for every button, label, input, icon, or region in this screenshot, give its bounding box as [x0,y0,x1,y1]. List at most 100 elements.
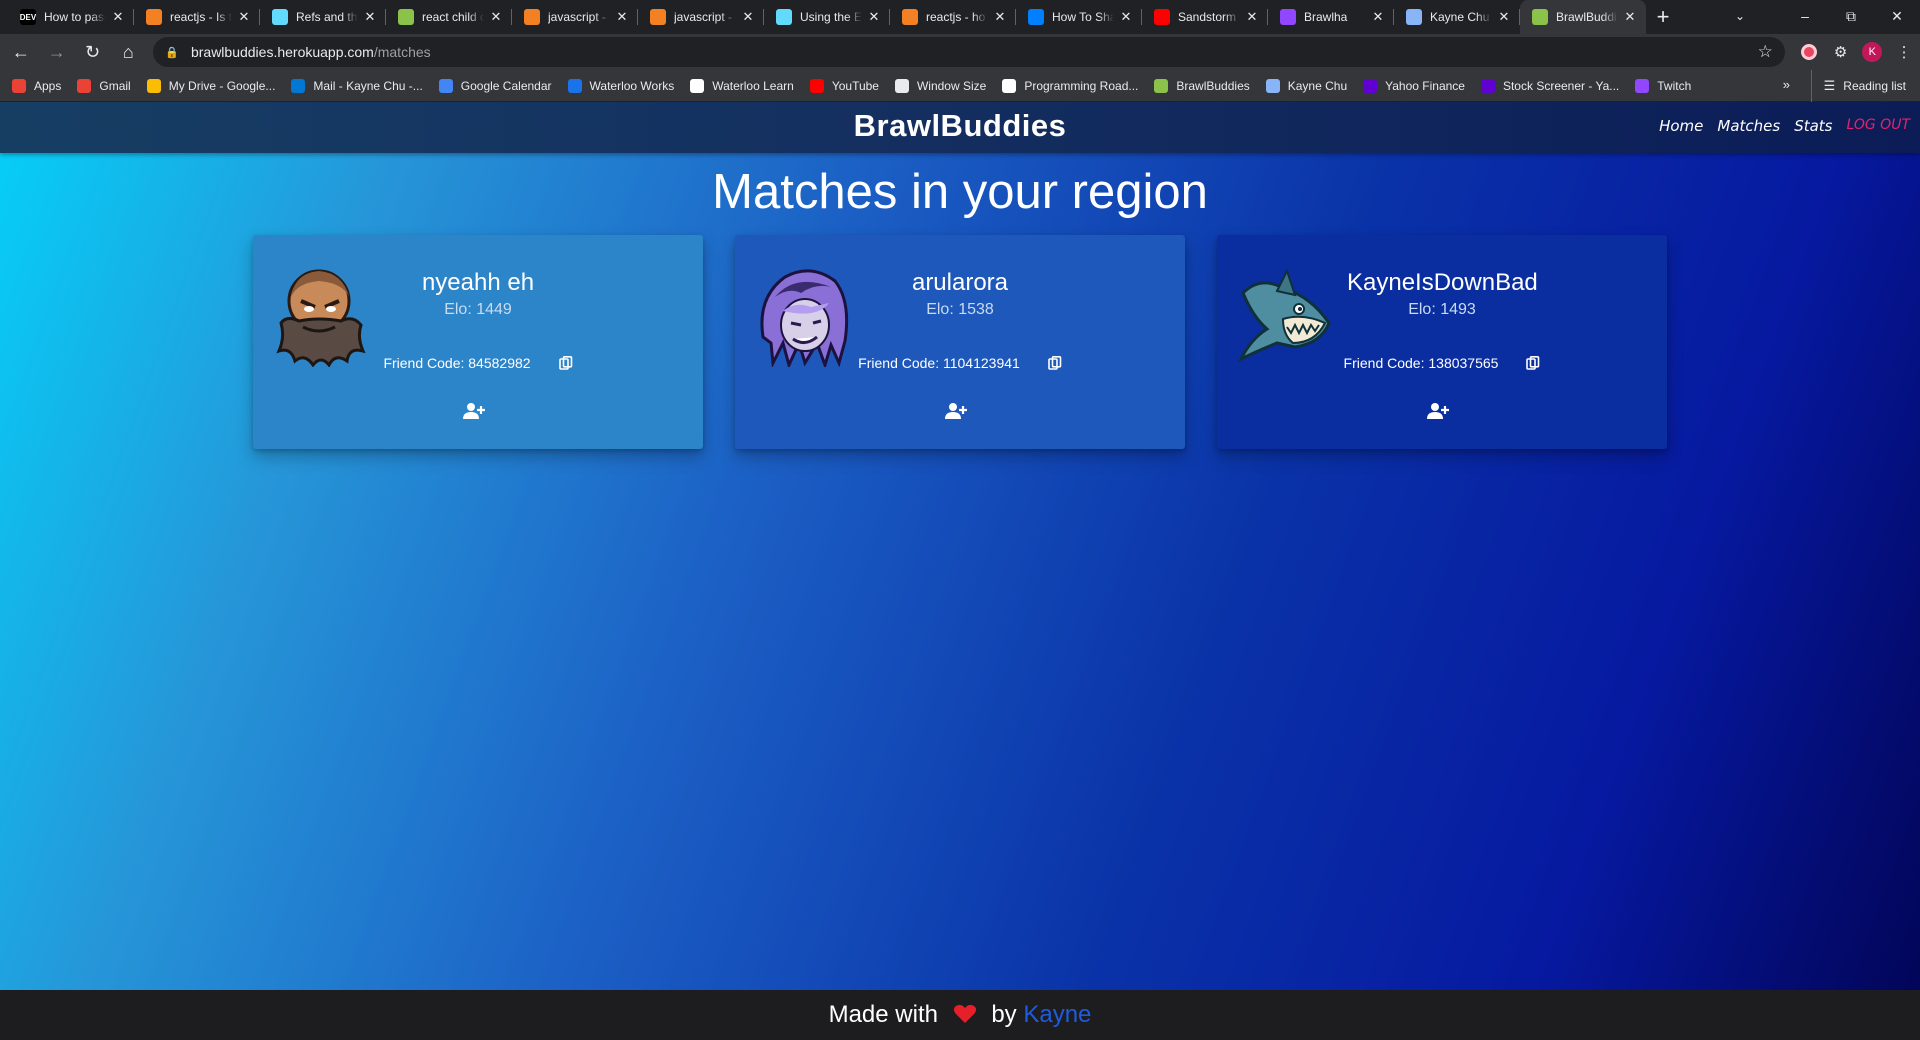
tab-close-icon[interactable]: ✕ [1496,9,1512,25]
match-card: arularora Elo: 1538 Friend Code: 1104123… [735,235,1185,449]
browser-tab[interactable]: DEV How to pass ✕ [8,0,134,34]
profile-avatar[interactable]: K [1856,37,1888,67]
stackoverflow-icon [524,9,540,25]
reload-icon[interactable]: ↻ [78,37,108,67]
twitch-icon [1635,78,1650,93]
reading-list-button[interactable]: ☰ Reading list [1810,70,1906,102]
extensions-puzzle-icon[interactable]: ⚙ [1825,37,1857,67]
tab-search-chevron-icon[interactable]: ⌄ [1720,0,1760,32]
github-icon [1002,78,1017,93]
tab-close-icon[interactable]: ✕ [866,9,882,25]
tab-close-icon[interactable]: ✕ [1370,9,1386,25]
bookmarks-overflow-chevron-icon[interactable]: » [1783,77,1790,92]
extension-record-icon[interactable] [1793,37,1825,67]
learn-icon [690,78,705,93]
add-friend-icon[interactable] [463,402,485,420]
browser-tab[interactable]: Brawlha ✕ [1268,0,1394,34]
tab-close-icon[interactable]: ✕ [110,9,126,25]
bookmark-item[interactable]: My Drive - Google... [146,78,276,93]
friend-code-text: Friend Code: 84582982 [383,355,531,371]
browser-tab[interactable]: reactjs - ho ✕ [890,0,1016,34]
tab-close-icon[interactable]: ✕ [1622,9,1638,25]
address-bar[interactable]: 🔒 brawlbuddies.herokuapp.com/matches ☆ [153,37,1785,67]
nav-matches-link[interactable]: Matches [1717,117,1780,135]
bookmark-label: My Drive - Google... [168,78,276,93]
bookmark-item[interactable]: Mail - Kayne Chu -... [291,78,423,93]
kebab-menu-icon[interactable]: ⋮ [1888,37,1920,67]
minimize-icon[interactable]: – [1782,0,1828,32]
bookmark-item[interactable]: Twitch [1635,78,1691,93]
add-friend-icon[interactable] [1427,402,1449,420]
tab-close-icon[interactable]: ✕ [740,9,756,25]
site-brand[interactable]: BrawlBuddies [0,108,1920,144]
copy-icon[interactable] [1048,356,1062,370]
tab-close-icon[interactable]: ✕ [992,9,1008,25]
page-viewport: BrawlBuddies Home Matches Stats LOG OUT … [0,102,1920,1040]
logout-link[interactable]: LOG OUT [1846,117,1910,135]
bookmark-item[interactable]: YouTube [809,78,879,93]
home-icon[interactable]: ⌂ [113,37,143,67]
browser-tab[interactable]: Sandstorm ✕ [1142,0,1268,34]
dev-icon: DEV [20,9,36,25]
new-tab-button[interactable]: + [1646,0,1680,34]
bookmark-item[interactable]: Apps [12,78,61,93]
copy-icon[interactable] [558,356,573,370]
brawl-icon [1154,78,1169,93]
bookmark-item[interactable]: Programming Road... [1002,78,1138,93]
tab-title: How To Sha [1052,10,1114,24]
browser-tabstrip: DEV How to pass ✕ reactjs - Is t ✕ Refs and t… [0,0,1920,34]
add-friend-icon[interactable] [945,402,967,420]
youtube-icon [809,78,824,93]
browser-tab[interactable]: How To Sha ✕ [1016,0,1142,34]
waterloo-works-icon [567,78,582,93]
bookmark-item[interactable]: Waterloo Works [567,78,675,93]
tab-close-icon[interactable]: ✕ [1244,9,1260,25]
browser-tab[interactable]: BrawlBuddi ✕ [1520,0,1646,34]
forward-arrow-icon[interactable]: → [42,37,72,67]
calendar-icon [438,78,453,93]
bookmark-item[interactable]: Gmail [77,78,131,93]
bookmark-item[interactable]: Google Calendar [438,78,552,93]
nav-stats-link[interactable]: Stats [1794,117,1832,135]
browser-tab[interactable]: javascript - ✕ [512,0,638,34]
tab-close-icon[interactable]: ✕ [362,9,378,25]
tab-close-icon[interactable]: ✕ [488,9,504,25]
close-window-icon[interactable]: ✕ [1874,0,1920,32]
friend-code-row: Friend Code: 1104123941 [735,355,1185,371]
yahoo-icon [1363,78,1378,93]
purple-hair-avatar [760,269,849,367]
browser-toolbar: ← → ↻ ⌂ 🔒 brawlbuddies.herokuapp.com/mat… [0,34,1920,70]
browser-tab[interactable]: Using the E ✕ [764,0,890,34]
browser-tab[interactable]: javascript - ✕ [638,0,764,34]
back-arrow-icon[interactable]: ← [6,37,36,67]
bookmark-item[interactable]: Kayne Chu [1265,78,1347,93]
shark-avatar [1237,268,1331,363]
bookmark-item[interactable]: Waterloo Learn [690,78,794,93]
friend-code-row: Friend Code: 84582982 [253,355,703,371]
browser-tab[interactable]: Kayne Chu ✕ [1394,0,1520,34]
bookmark-item[interactable]: Window Size [894,78,986,93]
tab-close-icon[interactable]: ✕ [1118,9,1134,25]
bookmark-label: Waterloo Works [589,78,675,93]
tab-close-icon[interactable]: ✕ [236,9,252,25]
match-elo: Elo: 1449 [444,301,512,318]
copy-icon[interactable] [1526,356,1540,370]
bookmark-item[interactable]: Stock Screener - Ya... [1480,78,1619,93]
globe-icon [1406,9,1422,25]
bookmark-item[interactable]: BrawlBuddies [1154,78,1250,93]
site-nav-links: Home Matches Stats LOG OUT [1659,117,1910,135]
browser-tab[interactable]: Refs and th ✕ [260,0,386,34]
tab-close-icon[interactable]: ✕ [614,9,630,25]
restore-icon[interactable]: ⧉ [1828,0,1874,32]
browser-tab[interactable]: reactjs - Is t ✕ [134,0,260,34]
nav-home-link[interactable]: Home [1659,117,1703,135]
footer-author-link[interactable]: Kayne [1023,1001,1091,1028]
globe-icon [1265,78,1280,93]
bookmark-star-icon[interactable]: ☆ [1758,42,1773,62]
browser-tab[interactable]: react child c ✕ [386,0,512,34]
outlook-icon [291,78,306,93]
tab-title: reactjs - Is t [170,10,232,24]
friend-code-text: Friend Code: 1104123941 [858,355,1020,371]
bookmark-item[interactable]: Yahoo Finance [1363,78,1465,93]
match-elo: Elo: 1493 [1408,301,1476,318]
